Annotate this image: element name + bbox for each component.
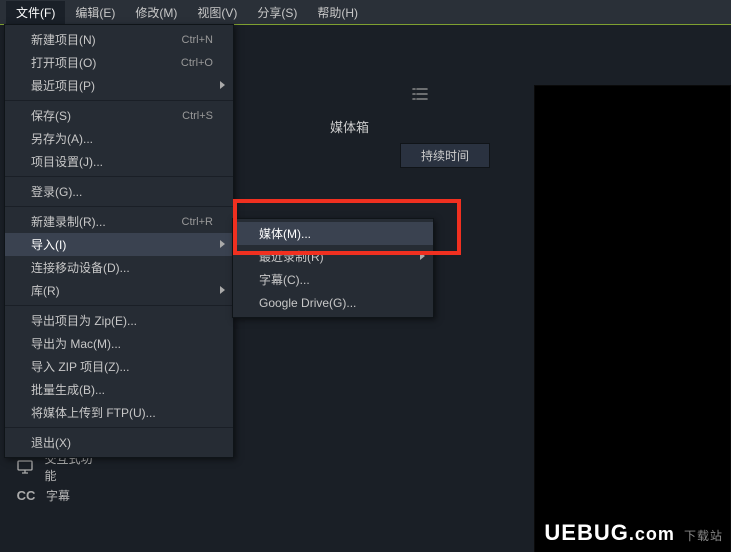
file-save[interactable]: 保存(S)Ctrl+S [5,104,233,127]
import-google-drive[interactable]: Google Drive(G)... [233,291,433,314]
shortcut: Ctrl+R [152,216,213,228]
import-subtitle[interactable]: 字幕(C)... [233,268,433,291]
import-media[interactable]: 媒体(M)... [233,222,433,245]
file-import[interactable]: 导入(I) [5,233,233,256]
duration-column[interactable]: 持续时间 [400,143,490,168]
file-save-as[interactable]: 另存为(A)... [5,127,233,150]
file-new-recording[interactable]: 新建录制(R)...Ctrl+R [5,210,233,233]
file-open-project[interactable]: 打开项目(O)Ctrl+O [5,51,233,74]
chevron-right-icon [220,240,225,248]
menu-modify[interactable]: 修改(M) [125,1,187,24]
file-batch[interactable]: 批量生成(B)... [5,378,233,401]
chevron-right-icon [220,81,225,89]
file-export-mac[interactable]: 导出为 Mac(M)... [5,332,233,355]
menu-separator [5,305,233,306]
menu-separator [5,427,233,428]
file-upload-ftp[interactable]: 将媒体上传到 FTP(U)... [5,401,233,424]
side-subtitle[interactable]: CC 字幕 [0,481,100,509]
shortcut: Ctrl+S [152,110,213,122]
menu-bar: 文件(F) 编辑(E) 修改(M) 视图(V) 分享(S) 帮助(H) [0,0,731,24]
preview-canvas [534,85,731,552]
menu-separator [5,100,233,101]
file-connect-mobile[interactable]: 连接移动设备(D)... [5,256,233,279]
file-library[interactable]: 库(R) [5,279,233,302]
side-subtitle-label: 字幕 [46,487,70,504]
chevron-right-icon [420,252,425,260]
cc-icon: CC [16,488,36,503]
import-recent-recording[interactable]: 最近录制(R) [233,245,433,268]
mediabox-title: 媒体箱 [330,117,369,136]
file-export-zip[interactable]: 导出项目为 Zip(E)... [5,309,233,332]
menu-file[interactable]: 文件(F) [6,1,65,24]
menu-view[interactable]: 视图(V) [187,1,247,24]
watermark-suffix: .com [629,524,675,544]
watermark: UEBUG.com 下载站 [544,520,723,546]
import-submenu: 媒体(M)... 最近录制(R) 字幕(C)... Google Drive(G… [232,218,434,318]
screen-icon [16,458,35,476]
shortcut: Ctrl+O [151,57,213,69]
menu-help[interactable]: 帮助(H) [307,1,368,24]
menu-separator [5,176,233,177]
menu-share[interactable]: 分享(S) [247,1,307,24]
file-exit[interactable]: 退出(X) [5,431,233,454]
menu-separator [5,206,233,207]
chevron-right-icon [220,286,225,294]
file-menu: 新建项目(N)Ctrl+N 打开项目(O)Ctrl+O 最近项目(P) 保存(S… [4,24,234,458]
watermark-brand: UEBUG [544,520,628,545]
file-recent-projects[interactable]: 最近项目(P) [5,74,233,97]
list-view-icon[interactable] [390,87,450,101]
file-project-settings[interactable]: 项目设置(J)... [5,150,233,173]
file-import-zip[interactable]: 导入 ZIP 项目(Z)... [5,355,233,378]
file-login[interactable]: 登录(G)... [5,180,233,203]
file-new-project[interactable]: 新建项目(N)Ctrl+N [5,28,233,51]
menu-edit[interactable]: 编辑(E) [65,1,125,24]
shortcut: Ctrl+N [152,34,213,46]
watermark-tag: 下载站 [684,529,723,543]
